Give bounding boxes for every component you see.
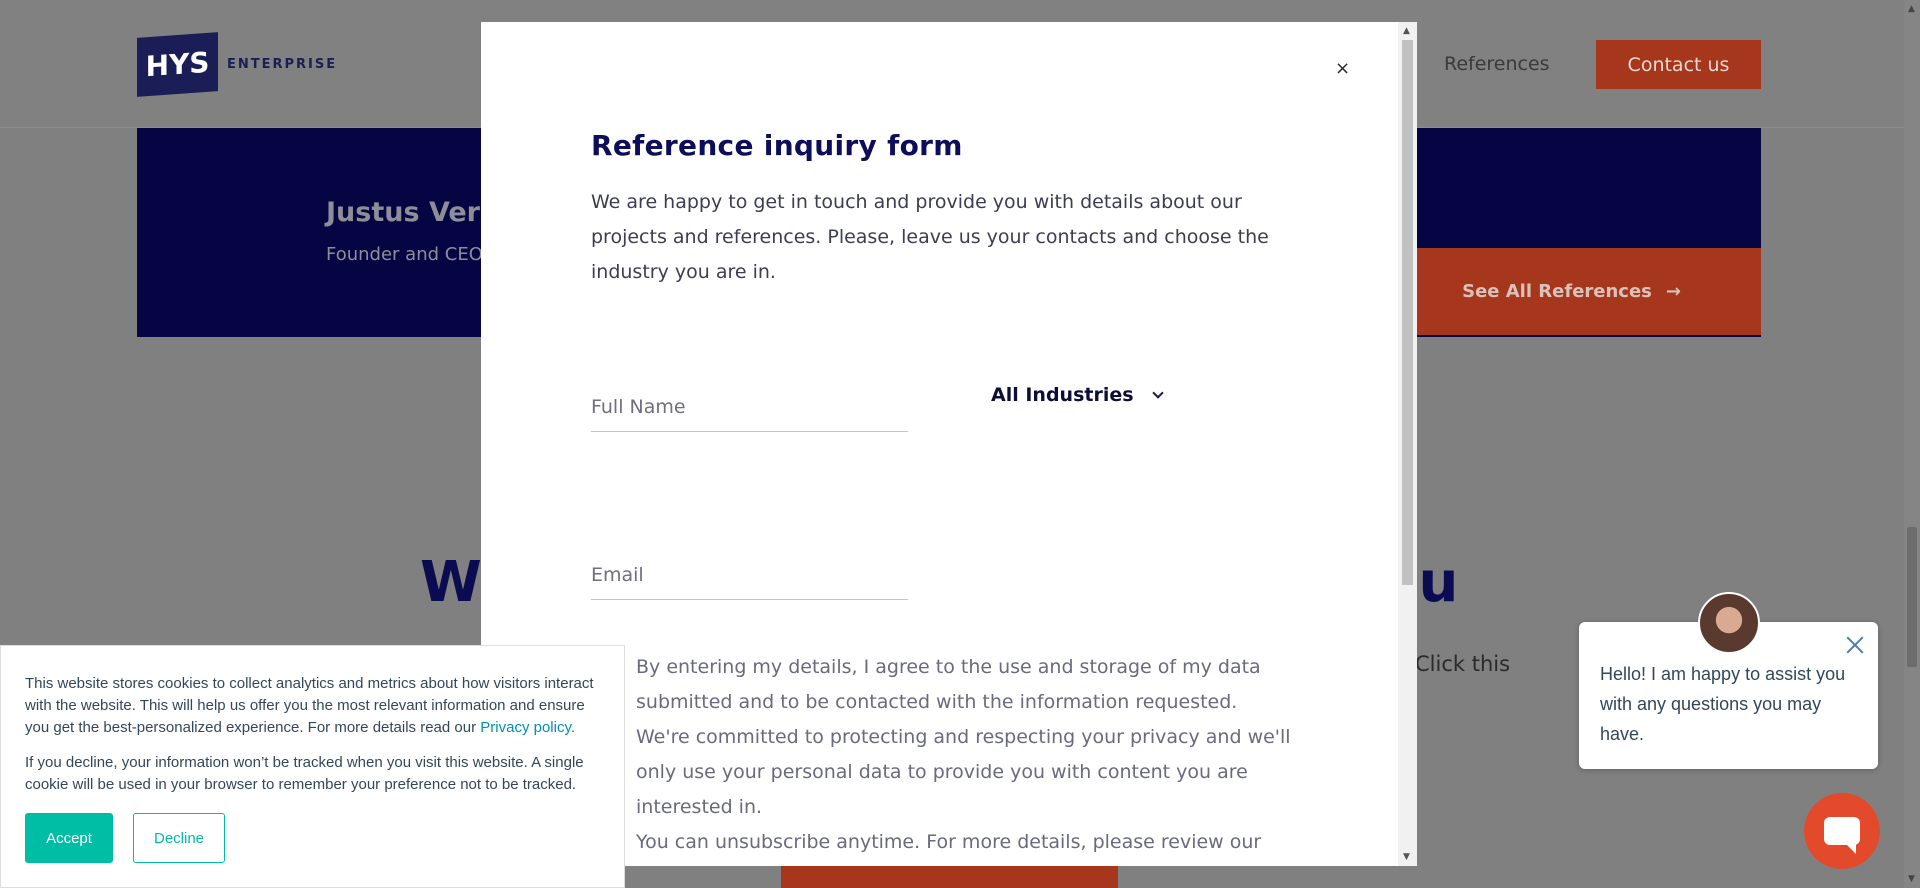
- consent-text-privacy: We're committed to protecting and respec…: [636, 726, 1291, 818]
- section-text-fragment: Click this: [1415, 652, 1511, 676]
- accept-cookies-button[interactable]: Accept: [25, 813, 113, 863]
- nav-link-references[interactable]: References: [1444, 53, 1550, 75]
- modal-scroll-up-arrow-icon[interactable]: ▲: [1403, 26, 1410, 36]
- chevron-down-icon: [1151, 386, 1164, 399]
- email-input[interactable]: [591, 550, 908, 599]
- close-icon[interactable]: [1845, 635, 1865, 655]
- logo-mark: HYS: [137, 32, 218, 97]
- testimonial-person-role: Founder and CEO: [326, 244, 483, 265]
- modal-title: Reference inquiry form: [591, 129, 963, 162]
- avatar: [1698, 592, 1760, 654]
- full-name-field: [591, 382, 908, 432]
- scroll-down-arrow-icon[interactable]: ▼: [1908, 874, 1915, 884]
- close-icon[interactable]: ×: [1335, 58, 1350, 79]
- consent-text: By entering my details, I agree to the u…: [636, 650, 1296, 860]
- scroll-up-arrow-icon[interactable]: ▲: [1908, 4, 1915, 14]
- email-field: [591, 550, 908, 600]
- logo-text: ENTERPRISE: [227, 57, 338, 72]
- modal-scroll-down-arrow-icon[interactable]: ▼: [1403, 852, 1410, 862]
- chat-bubble-icon: [1824, 817, 1860, 854]
- cookie-text-analytics: This website stores cookies to collect a…: [25, 673, 600, 739]
- see-all-references-label: See All References: [1462, 281, 1652, 302]
- industry-select[interactable]: All Industries: [991, 375, 1164, 415]
- modal-intro-text: We are happy to get in touch and provide…: [591, 191, 1269, 283]
- modal-scrollbar-thumb[interactable]: [1402, 40, 1413, 585]
- page-scrollbar-thumb[interactable]: [1907, 527, 1917, 667]
- privacy-policy-link[interactable]: Privacy policy.: [480, 719, 575, 736]
- cookie-consent-banner: This website stores cookies to collect a…: [0, 645, 625, 888]
- consent-text-unsubscribe: You can unsubscribe anytime. For more de…: [636, 831, 1262, 853]
- cookie-buttons: Accept Decline: [25, 813, 225, 863]
- chat-launcher-button[interactable]: [1804, 793, 1880, 869]
- full-name-input[interactable]: [591, 382, 908, 431]
- chat-welcome-message: Hello! I am happy to assist you with any…: [1600, 664, 1846, 744]
- cookie-text-decline: If you decline, your information won’t b…: [25, 754, 584, 793]
- see-all-references-button[interactable]: See All References →: [1416, 248, 1761, 335]
- contact-us-button[interactable]: Contact us: [1596, 40, 1761, 89]
- decline-cookies-button[interactable]: Decline: [133, 813, 225, 863]
- logo[interactable]: HYS ENTERPRISE: [137, 32, 338, 97]
- modal-scrollbar[interactable]: ▲ ▼: [1398, 22, 1417, 866]
- industry-select-value: All Industries: [991, 384, 1134, 406]
- arrow-right-icon: →: [1665, 281, 1681, 302]
- page-scrollbar[interactable]: ▲ ▼: [1904, 0, 1920, 888]
- testimonial-person-name: Justus Verk: [326, 197, 498, 228]
- consent-text-storage: By entering my details, I agree to the u…: [636, 656, 1261, 713]
